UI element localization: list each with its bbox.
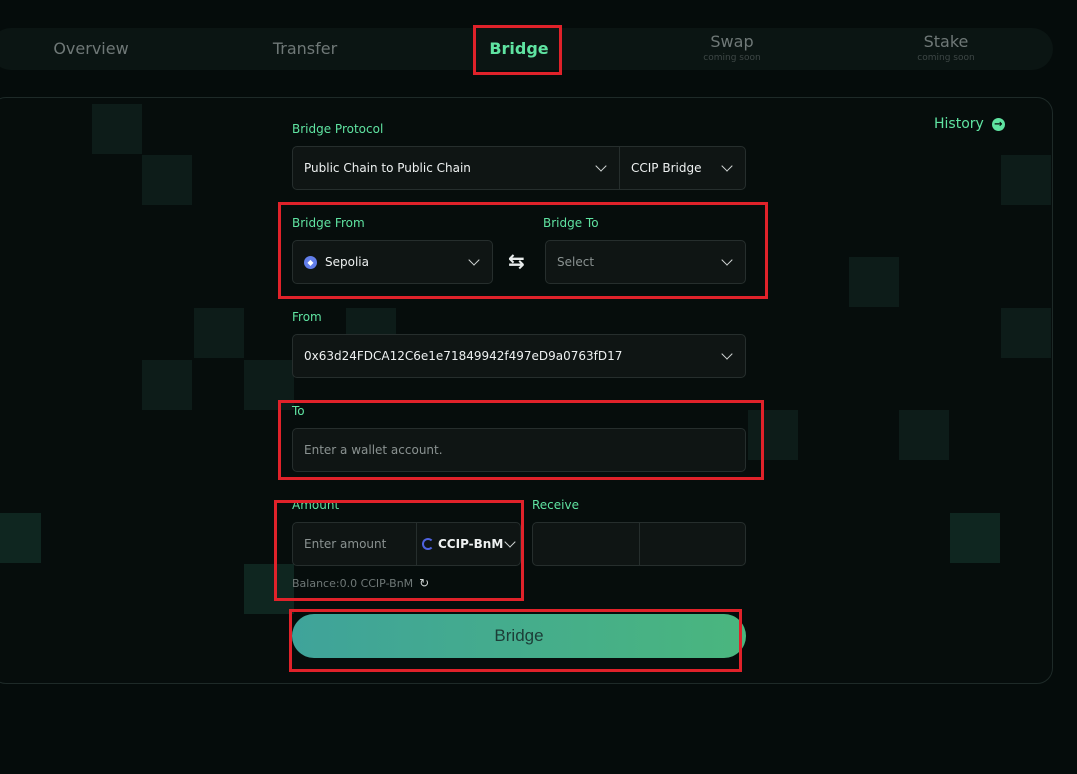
field-divider [416,523,417,565]
bridge-to-select[interactable]: Select [545,240,746,284]
bg-pixel [849,257,899,307]
chevron-down-icon[interactable] [595,160,607,172]
bg-pixel [244,360,294,410]
balance-row: Balance:0.0 CCIP-BnM ↻ [292,576,429,590]
bridge-to-value: Select [557,255,595,269]
chevron-down-icon[interactable] [721,160,733,172]
tab-stake-sub: coming soon [917,53,975,63]
tab-stake[interactable]: Stake coming soon [881,28,1011,70]
token-value: CCIP-BnM [438,537,504,551]
tab-stake-label: Stake [923,32,969,51]
bg-pixel [194,308,244,358]
receive-field [532,522,746,566]
tab-swap[interactable]: Swap coming soon [667,28,797,70]
bridge-from-select[interactable]: ◆ Sepolia [292,240,493,284]
to-label: To [292,404,305,418]
tab-overview-label: Overview [53,39,129,58]
amount-field: Enter amount CCIP-BnM [292,522,521,566]
chevron-down-icon [468,254,480,266]
protocol-bridge-value[interactable]: CCIP Bridge [631,161,701,175]
from-address-select[interactable]: 0x63d24FDCA12C6e1e71849942f497eD9a0763fD… [292,334,746,378]
tab-bridge-label: Bridge [489,39,549,58]
bg-pixel [142,360,192,410]
field-divider [639,523,640,565]
bridge-from-value: Sepolia [325,255,369,269]
balance-text: Balance:0.0 CCIP-BnM [292,576,414,590]
tab-swap-sub: coming soon [703,53,761,63]
arrow-right-circle-icon: → [991,117,1005,131]
tab-transfer-label: Transfer [272,39,338,58]
bg-pixel [899,410,949,460]
bridge-protocol-label: Bridge Protocol [292,122,384,136]
bg-pixel [142,155,192,205]
chevron-down-icon[interactable] [504,536,516,548]
chevron-down-icon [721,254,733,266]
token-select[interactable]: CCIP-BnM [422,537,503,551]
chevron-down-icon [721,348,733,360]
to-address-input[interactable]: Enter a wallet account. [292,428,746,472]
field-divider [619,147,620,189]
bg-pixel [92,104,142,154]
receive-label: Receive [532,498,579,512]
bg-pixel [244,564,294,614]
tab-transfer[interactable]: Transfer [240,28,370,70]
bg-pixel [748,410,798,460]
bridge-protocol-select: Public Chain to Public Chain CCIP Bridge [292,146,746,190]
bg-pixel [1001,155,1051,205]
bridge-to-label: Bridge To [543,216,599,230]
to-address-placeholder: Enter a wallet account. [304,443,443,457]
bridge-submit-button[interactable]: Bridge [292,614,746,658]
bg-pixel [1001,308,1051,358]
top-nav: Overview Transfer Bridge Swap coming soo… [0,28,1053,70]
swap-arrows-icon[interactable]: ⇆ [508,249,525,273]
from-label: From [292,310,322,324]
bg-pixel [0,513,41,563]
refresh-icon[interactable]: ↻ [419,576,429,590]
from-address-value: 0x63d24FDCA12C6e1e71849942f497eD9a0763fD… [304,349,623,363]
ethereum-icon: ◆ [304,255,317,269]
tab-bridge[interactable]: Bridge [454,28,584,70]
history-link[interactable]: History → [934,116,1005,132]
tab-swap-label: Swap [710,32,754,51]
history-label: History [934,116,984,132]
ccip-token-icon [422,538,434,550]
protocol-type-value[interactable]: Public Chain to Public Chain [304,161,471,175]
bg-pixel [950,513,1000,563]
bridge-from-label: Bridge From [292,216,365,230]
amount-label: Amount [292,498,340,512]
amount-input[interactable]: Enter amount [304,537,386,551]
tab-overview[interactable]: Overview [26,28,156,70]
